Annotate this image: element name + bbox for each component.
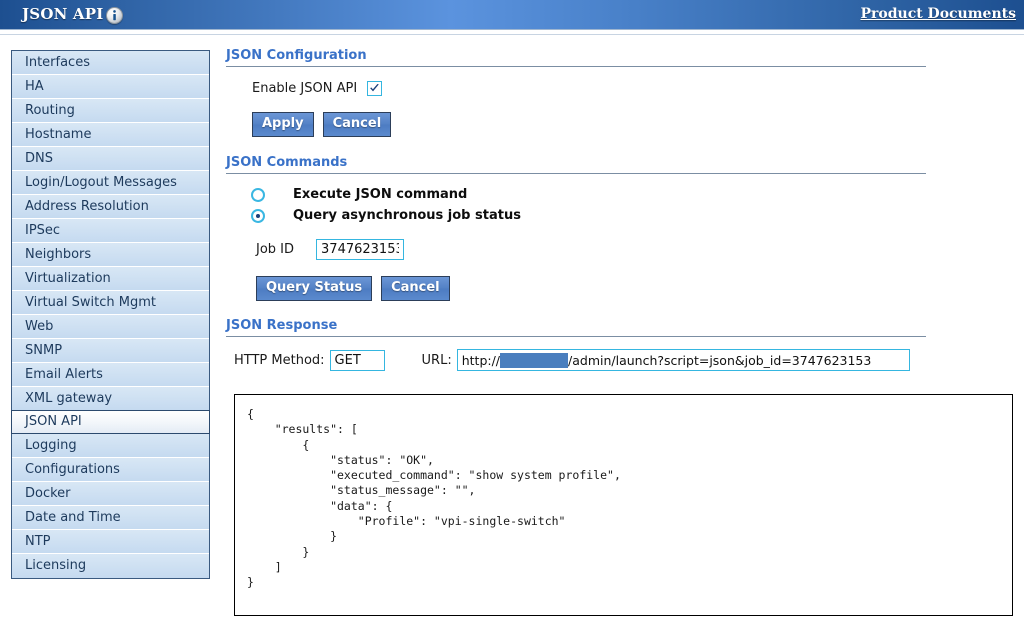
- json-response-output[interactable]: { "results": [ { "status": "OK", "execut…: [234, 394, 1013, 616]
- sidebar-item-label: JSON API: [25, 414, 82, 429]
- url-label: URL:: [422, 353, 452, 368]
- sidebar-item-json-api[interactable]: JSON API: [11, 410, 210, 434]
- sidebar-item-label: Docker: [25, 486, 71, 501]
- sidebar-item-label: Logging: [25, 438, 77, 453]
- sidebar-item-label: Login/Logout Messages: [25, 175, 177, 190]
- sidebar-item-logging[interactable]: Logging: [12, 434, 209, 458]
- job-id-input[interactable]: [316, 239, 404, 260]
- http-method-label: HTTP Method:: [234, 353, 325, 368]
- sidebar-item-licensing[interactable]: Licensing: [12, 554, 209, 578]
- commands-buttons-row: Query Status Cancel: [256, 276, 1016, 301]
- sidebar-nav: Interfaces HA Routing Hostname DNS Login/Logo…: [11, 50, 210, 579]
- sidebar-item-xml-gateway[interactable]: XML gateway: [12, 387, 209, 411]
- section-json-commands-title: JSON Commands: [226, 155, 926, 174]
- sidebar-item-date-and-time[interactable]: Date and Time: [12, 506, 209, 530]
- sidebar-item-label: Date and Time: [25, 510, 121, 525]
- query-status-button[interactable]: Query Status: [256, 276, 372, 301]
- sidebar-item-label: SNMP: [25, 343, 62, 358]
- sidebar-item-dns[interactable]: DNS: [12, 147, 209, 171]
- radio-query-async-job-status-label: Query asynchronous job status: [293, 208, 521, 223]
- page-title: JSON API: [22, 5, 103, 23]
- sidebar-item-web[interactable]: Web: [12, 315, 209, 339]
- sidebar-item-label: Address Resolution: [25, 199, 149, 214]
- sidebar-item-configurations[interactable]: Configurations: [12, 458, 209, 482]
- url-prefix: http://: [462, 353, 500, 368]
- sidebar-item-label: Web: [25, 319, 53, 334]
- sidebar-item-virtualization[interactable]: Virtualization: [12, 267, 209, 291]
- sidebar-item-label: Configurations: [25, 462, 120, 477]
- json-response-text: { "results": [ { "status": "OK", "execut…: [235, 395, 1012, 591]
- apply-button[interactable]: Apply: [252, 112, 314, 137]
- sidebar-item-label: Neighbors: [25, 247, 91, 262]
- title-bar: JSON API Product Documents: [0, 0, 1024, 30]
- sidebar-item-ha[interactable]: HA: [12, 75, 209, 99]
- commands-cancel-button[interactable]: Cancel: [381, 276, 450, 301]
- section-json-response-title: JSON Response: [226, 318, 926, 337]
- radio-query-async-job-status[interactable]: [251, 209, 265, 223]
- sidebar-item-label: NTP: [25, 534, 51, 549]
- sidebar-item-ntp[interactable]: NTP: [12, 530, 209, 554]
- sidebar-item-label: DNS: [25, 151, 53, 166]
- sidebar-item-label: Email Alerts: [25, 367, 103, 382]
- sidebar-item-routing[interactable]: Routing: [12, 99, 209, 123]
- sidebar-item-label: Virtualization: [25, 271, 111, 286]
- sidebar-item-label: HA: [25, 79, 44, 94]
- job-id-label: Job ID: [256, 242, 294, 257]
- sidebar-item-neighbors[interactable]: Neighbors: [12, 243, 209, 267]
- section-json-configuration-title: JSON Configuration: [226, 48, 926, 67]
- enable-json-api-label: Enable JSON API: [252, 81, 357, 96]
- info-icon[interactable]: [106, 7, 123, 24]
- sidebar-item-snmp[interactable]: SNMP: [12, 339, 209, 363]
- sidebar-item-label: Routing: [25, 103, 75, 118]
- sidebar-item-hostname[interactable]: Hostname: [12, 123, 209, 147]
- sidebar-item-label: Hostname: [25, 127, 91, 142]
- url-input[interactable]: http:// /admin/launch?script=json&job_id=…: [457, 349, 910, 371]
- configuration-cancel-button[interactable]: Cancel: [323, 112, 392, 137]
- url-suffix: /admin/launch?script=json&job_id=3747623…: [568, 353, 871, 368]
- job-id-row: Job ID: [256, 239, 1016, 260]
- title-separator: [0, 31, 1024, 35]
- enable-json-api-checkbox[interactable]: [367, 81, 382, 96]
- sidebar-item-email-alerts[interactable]: Email Alerts: [12, 363, 209, 387]
- sidebar-item-docker[interactable]: Docker: [12, 482, 209, 506]
- sidebar-item-label: IPSec: [25, 223, 60, 238]
- sidebar-item-address-resolution[interactable]: Address Resolution: [12, 195, 209, 219]
- command-option-execute[interactable]: Execute JSON command: [251, 187, 1016, 202]
- url-redacted-host: [500, 353, 568, 368]
- product-documents-link[interactable]: Product Documents: [860, 6, 1016, 22]
- radio-execute-json-command-label: Execute JSON command: [293, 187, 467, 202]
- command-option-query-status[interactable]: Query asynchronous job status: [251, 208, 1016, 223]
- sidebar-item-virtual-switch-mgmt[interactable]: Virtual Switch Mgmt: [12, 291, 209, 315]
- configuration-buttons-row: Apply Cancel: [252, 112, 1016, 137]
- sidebar-item-label: XML gateway: [25, 391, 112, 406]
- sidebar-item-login-logout-messages[interactable]: Login/Logout Messages: [12, 171, 209, 195]
- main-content: JSON Configuration Enable JSON API Apply…: [226, 48, 1016, 371]
- radio-execute-json-command[interactable]: [251, 188, 265, 202]
- http-method-input[interactable]: [330, 350, 385, 371]
- sidebar-item-label: Interfaces: [25, 55, 90, 70]
- enable-json-api-row: Enable JSON API: [252, 81, 1016, 96]
- sidebar-item-interfaces[interactable]: Interfaces: [12, 51, 209, 75]
- sidebar-item-label: Virtual Switch Mgmt: [25, 295, 156, 310]
- sidebar-item-label: Licensing: [25, 558, 86, 573]
- response-request-row: HTTP Method: URL: http:// /admin/launch?s…: [234, 349, 1016, 371]
- sidebar-item-ipsec[interactable]: IPSec: [12, 219, 209, 243]
